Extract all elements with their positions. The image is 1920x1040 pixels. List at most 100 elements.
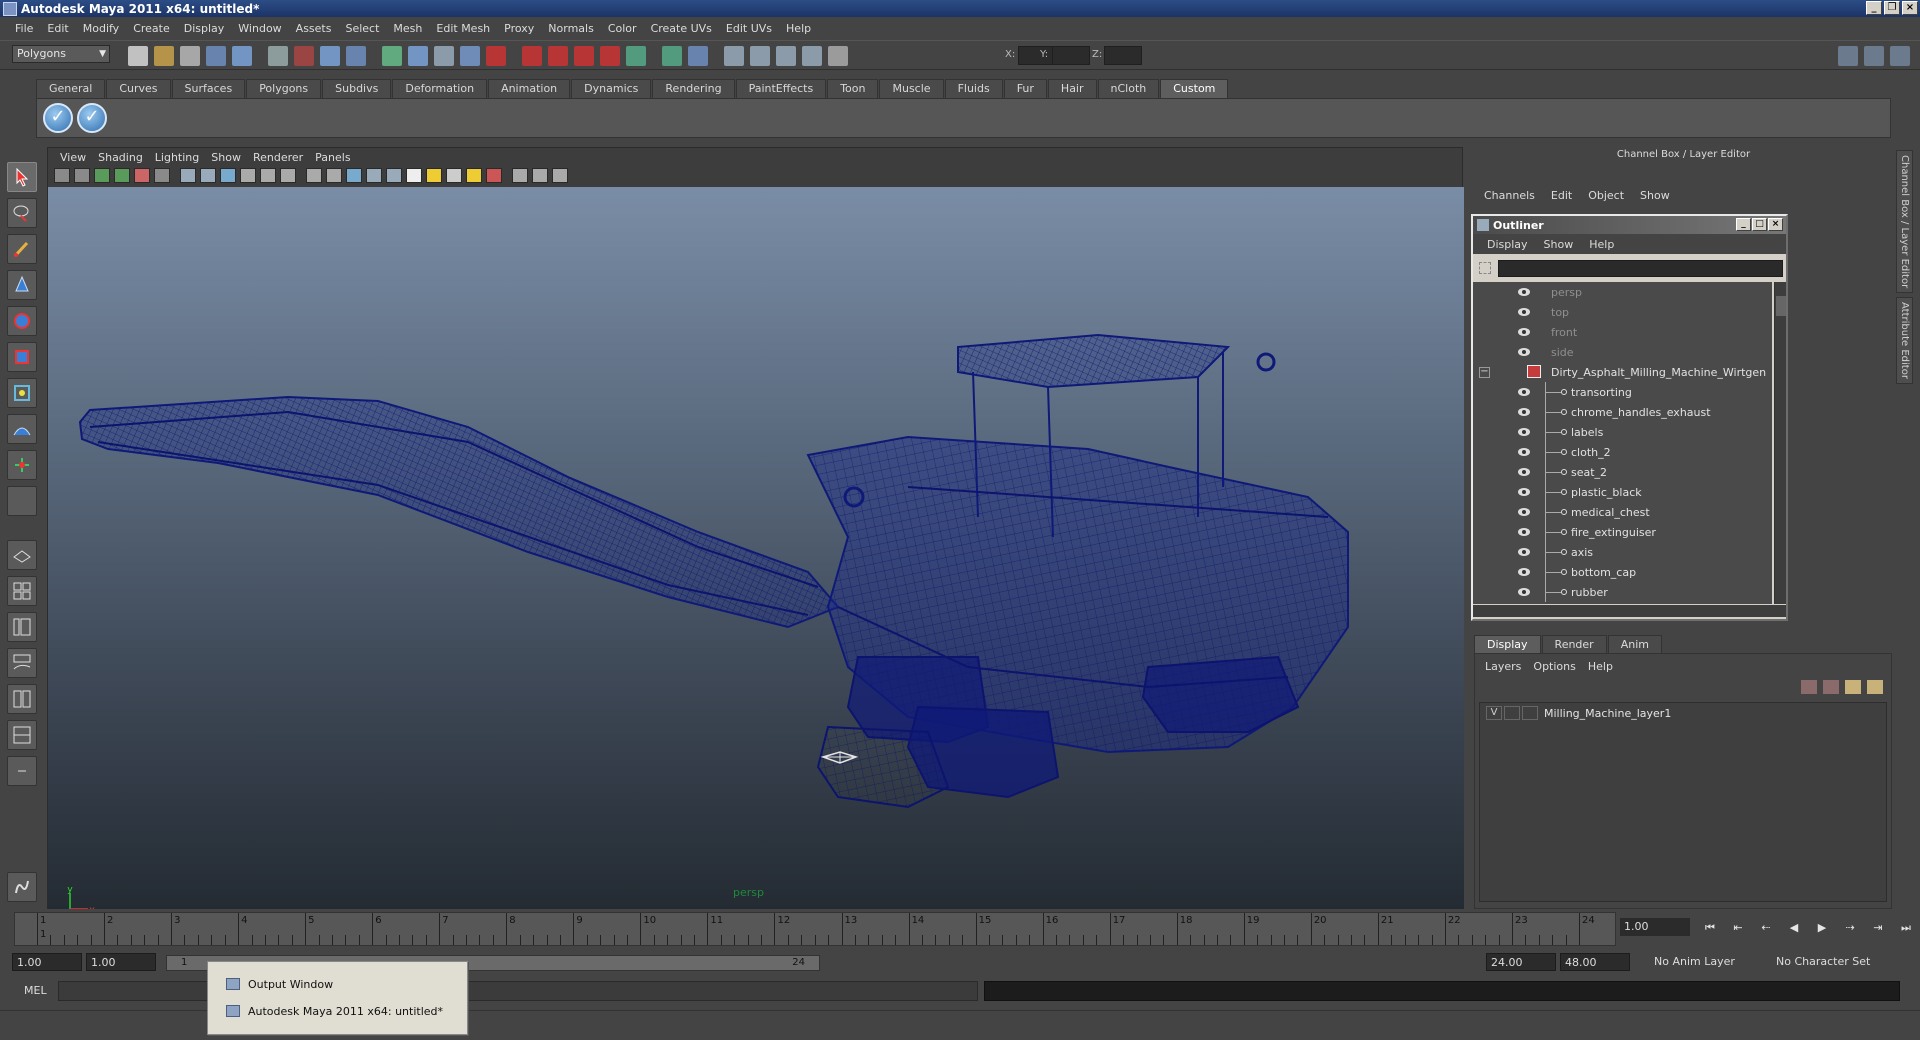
outliner-close-icon[interactable]: × (1768, 218, 1783, 231)
layer-color-swatch[interactable] (1522, 706, 1538, 720)
select-tool-icon[interactable] (7, 162, 37, 192)
custom-shelf-checkmark-icon-2[interactable]: ✓ (77, 103, 107, 133)
menu-edit[interactable]: Edit (40, 22, 75, 35)
outliner-item-camera[interactable]: side (1473, 342, 1772, 362)
viewport-tool-icon-20[interactable] (446, 168, 462, 183)
viewport-menu-lighting[interactable]: Lighting (149, 151, 205, 164)
step-forward-frame-icon[interactable]: ⇢ (1840, 920, 1860, 936)
new-layer-from-selection-icon[interactable] (1867, 680, 1883, 694)
status-tool-icon-5[interactable] (232, 46, 252, 66)
viewport-tool-icon-18[interactable] (406, 168, 422, 183)
command-input[interactable] (58, 981, 978, 1001)
layer-tab-render[interactable]: Render (1541, 635, 1607, 653)
layer-tab-display[interactable]: Display (1474, 635, 1541, 653)
outliner-title-bar[interactable]: Outliner _ □ × (1473, 216, 1786, 234)
layer-playback-toggle[interactable] (1504, 706, 1520, 720)
status-tool-icon-16[interactable] (548, 46, 568, 66)
scale-tool-icon[interactable] (7, 342, 37, 372)
menu-modify[interactable]: Modify (76, 22, 126, 35)
channel-box-menu-edit[interactable]: Edit (1543, 189, 1580, 202)
move-layer-up-icon[interactable] (1801, 680, 1817, 694)
side-tab-channel-box-layer-editor[interactable]: Channel Box / Layer Editor (1896, 150, 1913, 294)
viewport-tool-icon-11[interactable] (260, 168, 276, 183)
x-field[interactable] (1018, 46, 1056, 65)
menu-select[interactable]: Select (338, 22, 386, 35)
viewport-tool-icon-8[interactable] (200, 168, 216, 183)
outliner-item-mesh[interactable]: rubber (1473, 582, 1772, 602)
outliner-item-camera[interactable]: top (1473, 302, 1772, 322)
status-tool-icon-4[interactable] (206, 46, 226, 66)
menu-color[interactable]: Color (601, 22, 644, 35)
viewport-tool-icon-7[interactable] (180, 168, 196, 183)
anim-layer-dropdown[interactable]: No Anim Layer (1648, 953, 1760, 971)
viewport-menu-show[interactable]: Show (205, 151, 247, 164)
shelf-tab-deformation[interactable]: Deformation (392, 79, 488, 98)
menu-proxy[interactable]: Proxy (497, 22, 541, 35)
current-frame-field[interactable]: 1.00 (1620, 918, 1690, 936)
status-tool-icon-24[interactable] (776, 46, 796, 66)
viewport-tool-icon-9[interactable] (220, 168, 236, 183)
lasso-tool-icon[interactable] (7, 198, 37, 228)
status-tool-icon-1[interactable] (128, 46, 148, 66)
outliner-item-camera[interactable]: front (1473, 322, 1772, 342)
menu-edit-mesh[interactable]: Edit Mesh (429, 22, 497, 35)
shelf-tab-custom[interactable]: Custom (1160, 79, 1229, 98)
status-tool-icon-23[interactable] (750, 46, 770, 66)
status-tool-icon-19[interactable] (626, 46, 646, 66)
outliner-menu-help[interactable]: Help (1581, 238, 1622, 251)
outliner-item-mesh[interactable]: bottom_cap (1473, 562, 1772, 582)
character-set-dropdown[interactable]: No Character Set (1770, 953, 1888, 971)
status-tool-icon-10[interactable] (382, 46, 402, 66)
status-tool-icon-13[interactable] (460, 46, 480, 66)
status-tool-icon-6[interactable] (268, 46, 288, 66)
menu-edit-uvs[interactable]: Edit UVs (719, 22, 779, 35)
menu-create[interactable]: Create (126, 22, 177, 35)
move-tool-icon[interactable] (7, 270, 37, 300)
viewport-tool-icon-4[interactable] (114, 168, 130, 183)
status-tool-icon-11[interactable] (408, 46, 428, 66)
status-tool-icon-18[interactable] (600, 46, 620, 66)
viewport-tool-icon-10[interactable] (240, 168, 256, 183)
status-tool-icon-2[interactable] (154, 46, 174, 66)
outliner-item-mesh[interactable]: plastic_black (1473, 482, 1772, 502)
collapse-icon[interactable]: − (1479, 367, 1490, 378)
status-tool-icon-21[interactable] (688, 46, 708, 66)
channel-box-menu-channels[interactable]: Channels (1476, 189, 1543, 202)
viewport-tool-icon-3[interactable] (94, 168, 110, 183)
viewport-tool-icon-23[interactable] (512, 168, 528, 183)
layout-options-icon[interactable] (7, 756, 37, 786)
menu-set-dropdown[interactable]: Polygons ▼ (12, 45, 110, 63)
perspective-viewport[interactable]: View Shading Lighting Show Renderer Panels (47, 147, 1464, 909)
persp-graph-layout-icon[interactable] (7, 648, 37, 678)
status-tool-icon-12[interactable] (434, 46, 454, 66)
channel-box-toggle-icon[interactable] (1890, 46, 1910, 66)
last-tool-slot-icon[interactable] (7, 486, 37, 516)
rotate-tool-icon[interactable] (7, 306, 37, 336)
outliner-menu-display[interactable]: Display (1479, 238, 1536, 251)
shelf-tab-ncloth[interactable]: nCloth (1097, 79, 1160, 98)
persp-outliner-layout-icon[interactable] (7, 612, 37, 642)
viewport-tool-icon-2[interactable] (74, 168, 90, 183)
go-to-start-icon[interactable]: ⏮ (1700, 920, 1720, 936)
taskbar-popup-item[interactable]: Output Window (226, 974, 333, 994)
script-editor-icon[interactable] (7, 872, 37, 902)
outliner-menu-show[interactable]: Show (1536, 238, 1582, 251)
menu-create-uvs[interactable]: Create UVs (644, 22, 719, 35)
layer-menu-layers[interactable]: Layers (1479, 660, 1527, 673)
time-slider[interactable]: 1 2 3 4 5 6 7 8 9 10 11 12 13 14 15 16 17 18 19 20 21 22 23 24 1 (14, 912, 1616, 946)
end-time-field[interactable]: 48.00 (1560, 953, 1630, 971)
four-view-layout-icon[interactable] (7, 576, 37, 606)
status-tool-icon-7[interactable] (294, 46, 314, 66)
mel-label[interactable]: MEL (24, 984, 47, 997)
paint-select-tool-icon[interactable] (7, 234, 37, 264)
move-layer-down-icon[interactable] (1823, 680, 1839, 694)
outliner-item-mesh[interactable]: cloth_2 (1473, 442, 1772, 462)
scene-view[interactable]: y z x (48, 187, 1464, 909)
shelf-tab-hair[interactable]: Hair (1047, 79, 1097, 98)
channel-box-menu-show[interactable]: Show (1632, 189, 1678, 202)
status-tool-icon-15[interactable] (522, 46, 542, 66)
menu-display[interactable]: Display (177, 22, 232, 35)
panel-layout-icon[interactable] (1838, 46, 1858, 66)
shelf-tab-polygons[interactable]: Polygons (246, 79, 322, 98)
outliner-maximize-icon[interactable]: □ (1752, 218, 1767, 231)
